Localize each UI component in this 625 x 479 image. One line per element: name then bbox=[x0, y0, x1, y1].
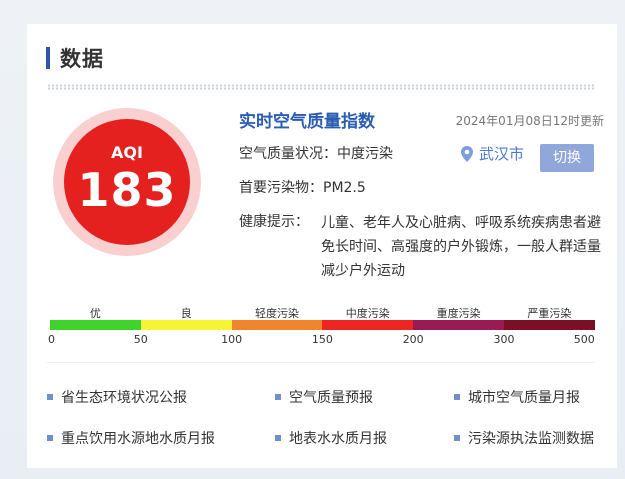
aqi-level-segment bbox=[503, 320, 595, 330]
aqi-tick-label: 200 bbox=[402, 333, 424, 346]
aqi-color-bar bbox=[50, 320, 595, 330]
aqi-tick-label: 100 bbox=[221, 333, 243, 346]
location-pin-icon bbox=[461, 145, 473, 162]
health-advice: 儿童、老年人及心脏病、呼吸系统疾病患者避免长时间、高强度的户外锻炼，一般人群适量… bbox=[321, 215, 601, 279]
report-link[interactable]: 污染源执法监测数据 bbox=[454, 428, 594, 448]
aqi-level-segment bbox=[50, 320, 141, 330]
data-card: 数据 AQI 183 实时空气质量指数 2024年01月08日12时更新 空气质… bbox=[27, 24, 617, 468]
bullet-square-icon bbox=[454, 394, 460, 400]
aqi-level-segment bbox=[413, 320, 504, 330]
pollutant-label: 首要污染物： bbox=[239, 180, 323, 196]
air-quality-status: 空气质量状况：中度污染 bbox=[239, 143, 393, 163]
aqi-value: 183 bbox=[77, 163, 177, 217]
report-link-label[interactable]: 省生态环境状况公报 bbox=[61, 387, 187, 407]
report-link[interactable]: 空气质量预报 bbox=[275, 387, 373, 407]
report-link[interactable]: 地表水水质月报 bbox=[275, 428, 387, 448]
aqi-circle: AQI 183 bbox=[64, 119, 190, 245]
aqi-level-label: 中度污染 bbox=[345, 307, 390, 320]
report-link[interactable]: 重点饮用水源地水质月报 bbox=[47, 428, 215, 448]
aqi-tick-label: 300 bbox=[493, 333, 515, 346]
report-link[interactable]: 省生态环境状况公报 bbox=[47, 387, 187, 407]
aqi-tick-label: 500 bbox=[573, 333, 595, 346]
aqi-level-segment bbox=[231, 320, 323, 330]
aqi-level-label: 良 bbox=[180, 307, 192, 320]
aqi-level-label: 轻度污染 bbox=[254, 307, 299, 320]
section-header: 数据 bbox=[46, 45, 104, 71]
switch-city-button[interactable]: 切换 bbox=[540, 144, 594, 172]
status-value: 中度污染 bbox=[337, 146, 393, 162]
title-accent-bar bbox=[46, 47, 50, 69]
report-link-label[interactable]: 空气质量预报 bbox=[289, 387, 373, 407]
aqi-level-segment bbox=[322, 320, 414, 330]
aqi-heading: 实时空气质量指数 bbox=[239, 112, 375, 132]
aqi-level-segment bbox=[140, 320, 232, 330]
aqi-badge: AQI 183 bbox=[53, 108, 201, 256]
bullet-square-icon bbox=[47, 435, 53, 441]
aqi-tick-label: 150 bbox=[311, 333, 333, 346]
bullet-square-icon bbox=[454, 435, 460, 441]
pollutant-value: PM2.5 bbox=[323, 180, 366, 196]
aqi-level-label: 重度污染 bbox=[436, 307, 481, 320]
bullet-square-icon bbox=[275, 435, 281, 441]
aqi-level-label: 严重污染 bbox=[527, 307, 572, 320]
report-link-label[interactable]: 地表水水质月报 bbox=[289, 428, 387, 448]
aqi-tick-label: 0 bbox=[48, 333, 55, 346]
aqi-label: AQI bbox=[111, 143, 143, 162]
report-link-label[interactable]: 城市空气质量月报 bbox=[468, 387, 580, 407]
status-label: 空气质量状况： bbox=[239, 146, 337, 162]
report-link-label[interactable]: 污染源执法监测数据 bbox=[468, 428, 594, 448]
aqi-level-label: 优 bbox=[89, 307, 101, 320]
bullet-square-icon bbox=[47, 394, 53, 400]
aqi-tick-label: 50 bbox=[133, 333, 148, 346]
divider bbox=[47, 362, 595, 363]
health-label: 健康提示： bbox=[239, 214, 309, 230]
primary-pollutant: 首要污染物：PM2.5 bbox=[239, 177, 366, 197]
bullet-square-icon bbox=[275, 394, 281, 400]
report-link-label[interactable]: 重点饮用水源地水质月报 bbox=[61, 428, 215, 448]
update-timestamp: 2024年01月08日12时更新 bbox=[455, 114, 604, 128]
location-name[interactable]: 武汉市 bbox=[479, 143, 524, 164]
report-link[interactable]: 城市空气质量月报 bbox=[454, 387, 580, 407]
dotted-divider bbox=[47, 84, 595, 90]
section-title: 数据 bbox=[60, 47, 104, 71]
location-selector[interactable]: 武汉市 bbox=[461, 143, 524, 164]
